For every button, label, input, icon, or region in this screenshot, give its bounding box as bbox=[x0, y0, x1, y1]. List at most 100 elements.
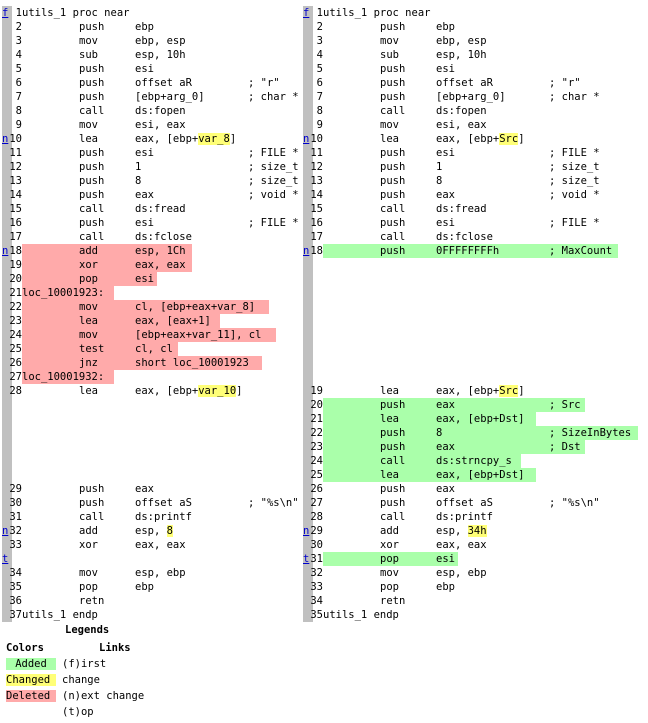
line-number: 20 bbox=[310, 399, 323, 411]
operands: ds:printf bbox=[436, 511, 493, 523]
diff-gutter bbox=[2, 412, 12, 426]
instruction: push bbox=[380, 245, 406, 257]
operands: offset aR bbox=[436, 77, 493, 89]
operands: eax, [ebp+var_8] bbox=[135, 132, 236, 146]
code-line: 3 mov ebp, esp bbox=[303, 34, 648, 48]
code-comment: ; "r" bbox=[549, 77, 581, 89]
code-line: 11 push esi ; FILE * bbox=[2, 146, 301, 160]
line-number: 27 bbox=[310, 497, 323, 509]
diff-gutter bbox=[2, 454, 12, 468]
line-number: 26 bbox=[9, 357, 22, 369]
instruction: push bbox=[79, 217, 105, 229]
diff-gutter bbox=[2, 398, 12, 412]
line-number: 17 bbox=[9, 231, 22, 243]
code-comment: ; size_t bbox=[549, 161, 600, 173]
line-number: 35 bbox=[9, 581, 22, 593]
line-number: 31 bbox=[9, 511, 22, 523]
code-line: 2 push ebp bbox=[303, 20, 648, 34]
code-line: 7 push [ebp+arg_0] ; char * bbox=[303, 90, 648, 104]
instruction: lea bbox=[79, 385, 98, 397]
line-number: 12 bbox=[310, 161, 323, 173]
code-line bbox=[2, 426, 301, 440]
instruction: push bbox=[380, 217, 406, 229]
operands: eax, eax bbox=[135, 259, 186, 271]
line-number: 15 bbox=[9, 203, 22, 215]
operands: esp, ebp bbox=[135, 567, 186, 579]
code-line: 6 push offset aR ; "r" bbox=[2, 76, 301, 90]
diff-gutter: t bbox=[2, 552, 12, 566]
line-number: 5 bbox=[15, 63, 22, 75]
code-comment: ; "r" bbox=[248, 77, 280, 89]
instruction: call bbox=[79, 231, 105, 243]
operands: [ebp+arg_0] bbox=[436, 91, 506, 103]
operands: eax, [ebp+Dst] bbox=[436, 413, 525, 425]
code-line: 31 call ds:printf bbox=[2, 510, 301, 524]
operands: eax bbox=[135, 483, 154, 495]
operands: ds:printf bbox=[135, 511, 192, 523]
line-number: 37 bbox=[9, 609, 22, 621]
line-number: 33 bbox=[9, 539, 22, 551]
diff-gutter bbox=[303, 328, 313, 342]
code-label: utils_1 proc near bbox=[22, 7, 130, 19]
code-comment: ; void * bbox=[549, 189, 600, 201]
instruction: mov bbox=[79, 301, 98, 313]
line-number: 4 bbox=[15, 49, 22, 61]
line-number: 16 bbox=[9, 217, 22, 229]
code-line bbox=[303, 370, 648, 384]
code-line: 26 jnz short loc_10001923 bbox=[2, 356, 301, 370]
instruction: jnz bbox=[79, 357, 98, 369]
code-line: 28 lea eax, [ebp+var_10] bbox=[2, 384, 301, 398]
code-line: 15 call ds:fread bbox=[2, 202, 301, 216]
operands: eax, [ebp+Src] bbox=[436, 384, 525, 398]
code-line: 29 push eax bbox=[2, 482, 301, 496]
operands: eax bbox=[436, 483, 455, 495]
instruction: call bbox=[380, 203, 406, 215]
instruction: lea bbox=[79, 315, 98, 327]
line-number: 32 bbox=[310, 567, 323, 579]
operands: 8 bbox=[135, 175, 142, 187]
operand-text: ] bbox=[518, 133, 525, 145]
code-label: utils_1 endp bbox=[22, 609, 98, 621]
code-line bbox=[2, 440, 301, 454]
instruction: push bbox=[79, 21, 105, 33]
operands: esi bbox=[135, 217, 154, 229]
instruction: xor bbox=[79, 539, 98, 551]
line-number: 10 bbox=[9, 133, 22, 145]
instruction: push bbox=[380, 189, 406, 201]
gutter-link-t[interactable]: t bbox=[2, 553, 8, 565]
line-number: 29 bbox=[9, 483, 22, 495]
changed-operand: 34h bbox=[467, 525, 487, 537]
diff-gutter bbox=[303, 300, 313, 314]
code-line: 5 push esi bbox=[303, 62, 648, 76]
line-number: 12 bbox=[9, 161, 22, 173]
code-comment: ; "%s\n" bbox=[248, 497, 299, 509]
operands: 0FFFFFFFFh bbox=[436, 245, 500, 257]
code-comment: ; size_t bbox=[248, 161, 299, 173]
code-line: 8 call ds:fopen bbox=[2, 104, 301, 118]
left-diff-pane: f 1 utils_1 proc near 2 push ebp 3 mov ebp, esp 4… bbox=[2, 6, 301, 622]
operands: short loc_10001923 bbox=[135, 357, 249, 369]
line-number: 30 bbox=[9, 497, 22, 509]
code-line: n 10 lea eax, [ebp+var_8] bbox=[2, 132, 301, 146]
line-number: 5 bbox=[316, 63, 323, 75]
line-number: 28 bbox=[310, 511, 323, 523]
line-number: 16 bbox=[310, 217, 323, 229]
line-number: 20 bbox=[9, 273, 22, 285]
operands: ebp bbox=[135, 21, 154, 33]
operand-text: eax, [ebp+ bbox=[135, 385, 199, 397]
line-number: 34 bbox=[9, 567, 22, 579]
instruction: push bbox=[380, 175, 406, 187]
operands: esi bbox=[436, 147, 455, 159]
code-line bbox=[303, 314, 648, 328]
instruction: retn bbox=[380, 595, 406, 607]
code-line: 26 push eax bbox=[303, 482, 648, 496]
line-number: 26 bbox=[310, 483, 323, 495]
code-line: 16 push esi ; FILE * bbox=[2, 216, 301, 230]
code-line bbox=[2, 454, 301, 468]
code-line: 5 push esi bbox=[2, 62, 301, 76]
legend-colors-heading: Colors bbox=[6, 642, 44, 654]
code-line: 21 loc_10001923: bbox=[2, 286, 301, 300]
legend-link-next: (n)ext change bbox=[62, 690, 145, 702]
code-line bbox=[303, 342, 648, 356]
operands: ebp bbox=[135, 581, 154, 593]
